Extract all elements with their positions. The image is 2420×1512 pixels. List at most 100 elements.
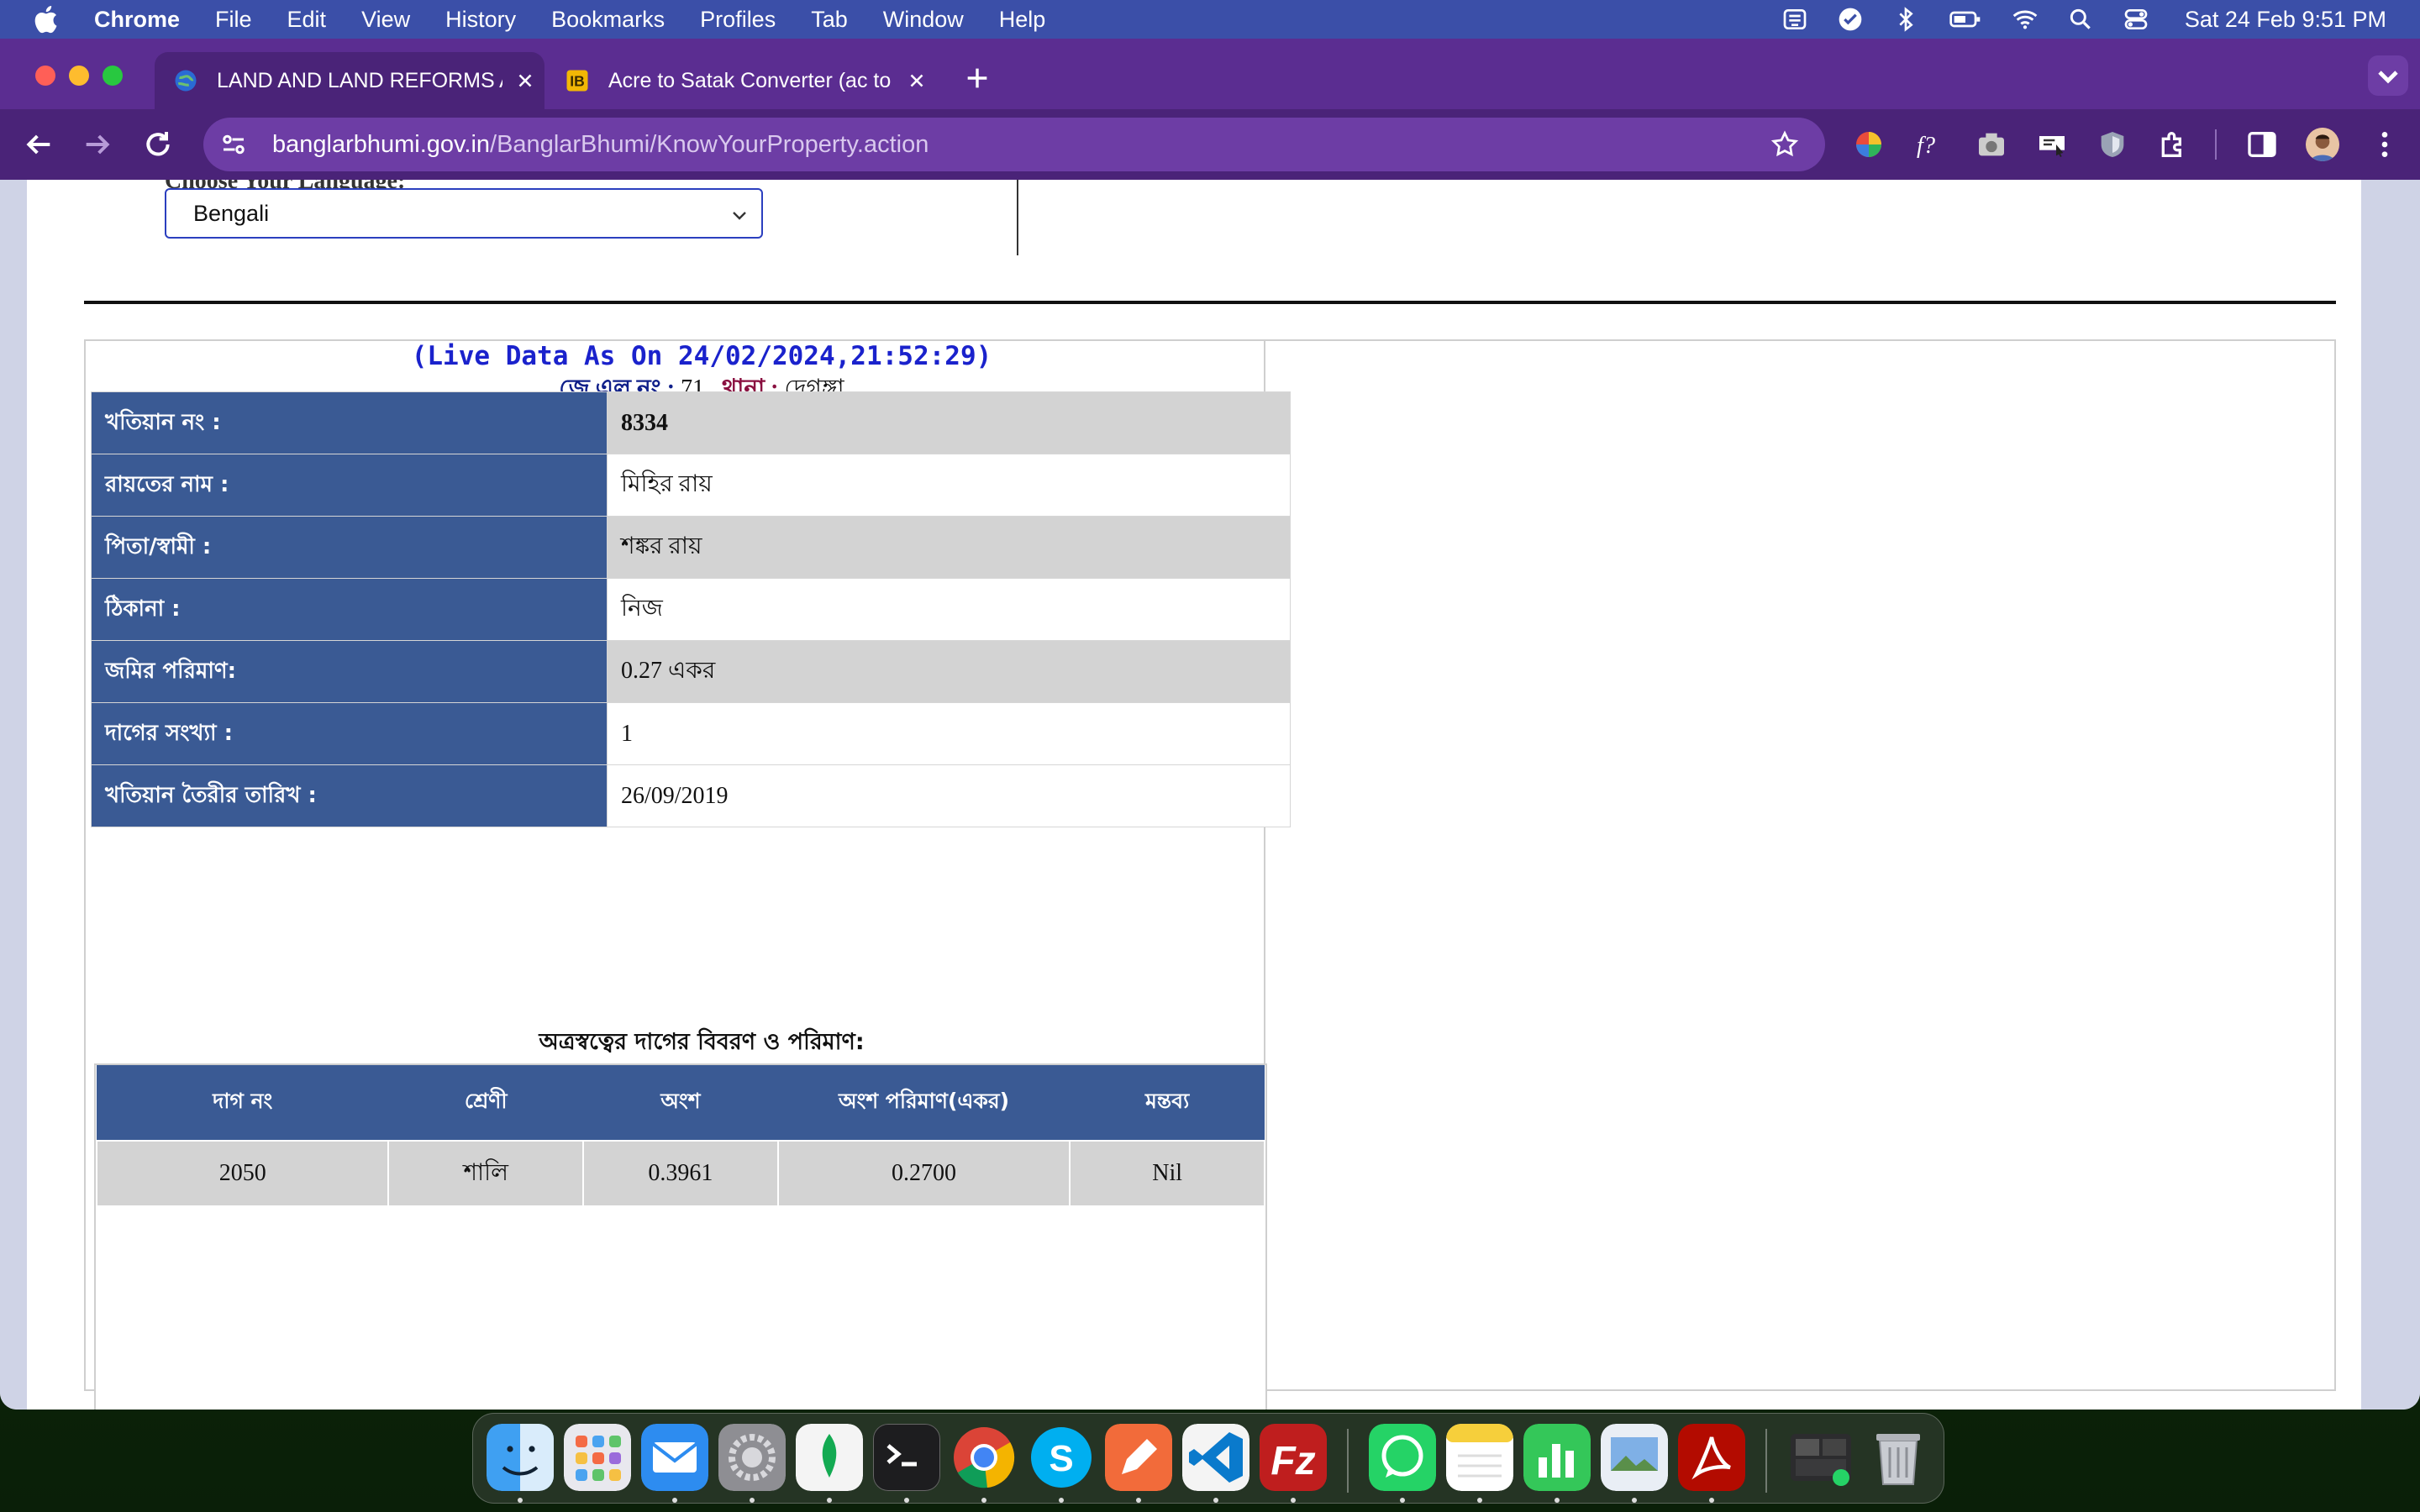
share-area-cell: 0.2700 (776, 1140, 1071, 1207)
checkmark-badge-icon[interactable] (1835, 6, 1865, 33)
menu-help[interactable]: Help (999, 7, 1046, 33)
url-path: /BanglarBhumi/KnowYourProperty.action (490, 130, 929, 158)
shield-extension-icon[interactable] (2096, 128, 2129, 161)
terminal-dock-icon[interactable] (873, 1424, 940, 1491)
wifi-icon[interactable] (2010, 6, 2040, 33)
filezilla-dock-icon[interactable]: Fz (1260, 1424, 1327, 1491)
svg-text:f?: f? (1917, 133, 1935, 159)
trash-dock-icon[interactable] (1865, 1424, 1932, 1491)
browser-window: LAND AND LAND REFORMS A IB Acre to Satak… (0, 39, 2420, 1410)
tab-strip: LAND AND LAND REFORMS A IB Acre to Satak… (0, 39, 2420, 109)
share-cell: 0.3961 (582, 1140, 779, 1207)
spotlight-search-icon[interactable] (2065, 6, 2096, 33)
mail-dock-icon[interactable] (641, 1424, 708, 1491)
tab-land-reforms[interactable]: LAND AND LAND REFORMS A (155, 52, 544, 109)
menu-history[interactable]: History (445, 7, 516, 33)
khatian-date-value: 26/09/2019 (607, 764, 1291, 827)
minimize-window-button[interactable] (69, 66, 89, 86)
notes-dock-icon[interactable] (1446, 1424, 1513, 1491)
svg-text:S: S (1049, 1438, 1073, 1479)
header-divider (1017, 180, 1018, 255)
site-settings-icon[interactable] (218, 129, 249, 160)
bluetooth-icon[interactable] (1891, 6, 1921, 33)
apple-icon[interactable] (30, 3, 64, 36)
menu-file[interactable]: File (215, 7, 252, 33)
tab-acre-converter[interactable]: IB Acre to Satak Converter (ac to (546, 52, 936, 109)
running-indicator (981, 1498, 986, 1503)
close-window-button[interactable] (35, 66, 55, 86)
col-class: শ্রেণী (388, 1065, 584, 1141)
reload-icon[interactable] (141, 128, 175, 161)
screen-capture-extension-icon[interactable] (2035, 128, 2069, 161)
chrome-dock-icon[interactable] (950, 1424, 1018, 1491)
screenshot-folder-dock-icon[interactable] (1787, 1424, 1854, 1491)
language-select[interactable]: Bengali (165, 188, 763, 239)
menu-edit[interactable]: Edit (287, 7, 327, 33)
address-label: ঠিকানা : (91, 578, 608, 641)
plot-details-table: দাগ নং শ্রেণী অংশ অংশ পরিমাণ(একর) মন্তব্… (95, 1065, 1265, 1207)
new-tab-icon[interactable] (963, 64, 992, 92)
menu-app-name[interactable]: Chrome (94, 7, 180, 33)
whatsapp-dock-icon[interactable] (1369, 1424, 1436, 1491)
battery-icon[interactable] (1946, 6, 1985, 33)
address-bar[interactable]: banglarbhumi.gov.in/BanglarBhumi/KnowYou… (203, 118, 1825, 171)
system-settings-dock-icon[interactable] (718, 1424, 786, 1491)
menu-profiles[interactable]: Profiles (700, 7, 776, 33)
running-indicator (1632, 1498, 1637, 1503)
back-arrow-icon[interactable] (22, 128, 55, 161)
side-panel-icon[interactable] (2245, 128, 2279, 161)
mongodb-compass-dock-icon[interactable] (796, 1424, 863, 1491)
menu-view[interactable]: View (361, 7, 410, 33)
khatian-info-table: খতিয়ান নং : 8334 রায়তের নাম : মিহির রা… (91, 391, 1291, 827)
remarks-cell: Nil (1069, 1140, 1265, 1207)
class-cell: শালি (387, 1140, 585, 1207)
font-finder-extension-icon[interactable]: f? (1912, 128, 1946, 161)
menubar-clock[interactable]: Sat 24 Feb 9:51 PM (2185, 7, 2386, 33)
chrome-menu-icon[interactable] (2368, 128, 2402, 161)
plot-details-panel: দাগ নং শ্রেণী অংশ অংশ পরিমাণ(একর) মন্তব্… (94, 1063, 1267, 1410)
camera-extension-icon[interactable] (1975, 128, 2008, 161)
toolbar-divider (2215, 129, 2217, 160)
running-indicator (1400, 1498, 1405, 1503)
close-tab-icon[interactable] (906, 70, 928, 92)
table-row: ঠিকানা : নিজ (91, 578, 1291, 641)
menu-tab[interactable]: Tab (811, 7, 848, 33)
skype-dock-icon[interactable]: S (1028, 1424, 1095, 1491)
running-indicator (1059, 1498, 1064, 1503)
chevron-down-icon (733, 212, 746, 220)
plot-details-title: অত্রস্বত্বের দাগের বিবরণ ও পরিমাণ: (539, 1029, 865, 1055)
pen-tool-dock-icon[interactable] (1105, 1424, 1172, 1491)
launchpad-dock-icon[interactable] (564, 1424, 631, 1491)
land-area-label: জমির পরিমাণ: (91, 640, 608, 703)
keyboard-icon[interactable] (1780, 6, 1810, 33)
tab-search-button[interactable] (2368, 55, 2408, 96)
macos-dock: S Fz (472, 1413, 1944, 1504)
preview-dock-icon[interactable] (1601, 1424, 1668, 1491)
table-row: খতিয়ান নং : 8334 (91, 391, 1291, 454)
macos-menu-bar: Chrome File Edit View History Bookmarks … (0, 0, 2420, 39)
finder-dock-icon[interactable] (487, 1424, 554, 1491)
url-host: banglarbhumi.gov.in (272, 130, 491, 158)
close-tab-icon[interactable] (514, 70, 536, 92)
browser-toolbar: banglarbhumi.gov.in/BanglarBhumi/KnowYou… (0, 109, 2420, 180)
acrobat-dock-icon[interactable] (1678, 1424, 1745, 1491)
numbers-dock-icon[interactable] (1523, 1424, 1591, 1491)
vscode-dock-icon[interactable] (1182, 1424, 1249, 1491)
profile-avatar[interactable] (2306, 128, 2339, 161)
zoom-window-button[interactable] (103, 66, 123, 86)
site-favicon-icon: IB (566, 70, 588, 92)
svg-text:IB: IB (570, 72, 585, 89)
bookmark-star-icon[interactable] (1770, 129, 1800, 160)
control-center-icon[interactable] (2121, 6, 2151, 33)
color-picker-extension-icon[interactable] (1852, 128, 1886, 161)
running-indicator (1555, 1498, 1560, 1503)
forward-arrow-icon[interactable] (81, 128, 114, 161)
menu-bookmarks[interactable]: Bookmarks (551, 7, 665, 33)
extensions-puzzle-icon[interactable] (2156, 128, 2190, 161)
menu-window[interactable]: Window (883, 7, 964, 33)
col-share-area: অংশ পরিমাণ(একর) (777, 1065, 1071, 1141)
col-share: অংশ (583, 1065, 778, 1141)
tab-title: Acre to Satak Converter (ac to (608, 68, 892, 92)
globe-icon (175, 70, 197, 92)
dock-separator (1765, 1429, 1767, 1493)
